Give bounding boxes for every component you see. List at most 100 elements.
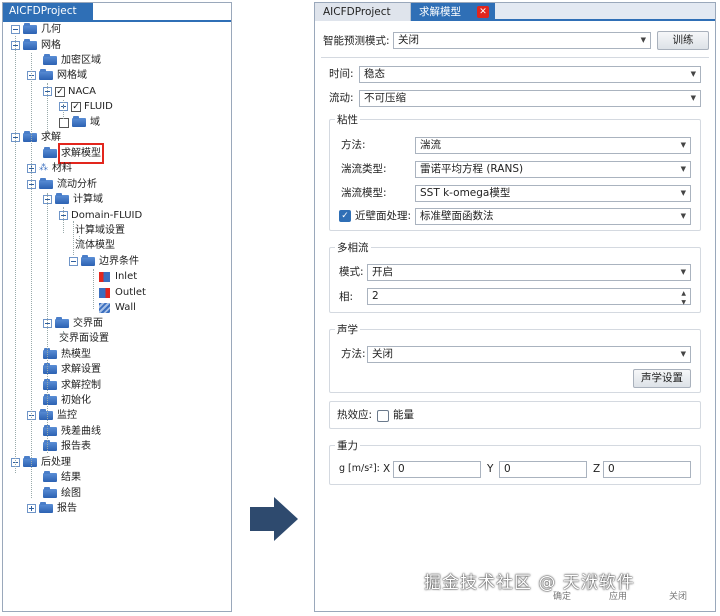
folder-icon [55, 193, 69, 204]
tree-node-label: FLUID [84, 101, 113, 112]
folder-icon [39, 178, 53, 189]
near-wall-value: 标准壁面函数法 [420, 210, 494, 222]
tree-node-material[interactable]: ⁂ 材料 [27, 161, 72, 176]
tree-node-outlet[interactable]: Outlet [99, 285, 146, 300]
tree-node-label: 报告 [57, 503, 77, 514]
tree-node-post-processing[interactable]: 后处理 [11, 455, 71, 470]
tree-node-label: 求解控制 [61, 380, 101, 391]
tree-panel-tab[interactable]: AICFDProject [3, 3, 93, 20]
train-button[interactable]: 训练 [657, 31, 709, 50]
flow-select[interactable]: 不可压缩 ▼ [359, 90, 701, 107]
tree-node-geometry[interactable]: 几何 [11, 22, 61, 37]
tree-node-interface-settings[interactable]: 交界面设置 [59, 331, 109, 346]
collapse-icon[interactable] [69, 257, 78, 266]
smart-mode-select[interactable]: 关闭 ▼ [393, 32, 651, 49]
tree-node-results[interactable]: 结果 [43, 470, 81, 485]
tree-node-label: 域 [90, 117, 100, 128]
tree-node-label: 初始化 [61, 395, 91, 406]
gravity-z-input[interactable]: 0 [603, 461, 691, 478]
folder-icon [55, 317, 69, 328]
tree-node-fluid[interactable]: ✓ FLUID [59, 99, 113, 114]
acoustics-settings-button[interactable]: 声学设置 [633, 369, 691, 388]
turbulence-type-select[interactable]: 雷诺平均方程 (RANS) ▼ [415, 161, 691, 178]
tree-node-mesh-domain[interactable]: 网格域 [27, 68, 87, 83]
tree-node-naca[interactable]: ✓ NACA [43, 84, 96, 99]
expand-icon[interactable] [27, 504, 36, 513]
folder-icon [43, 440, 57, 451]
tree-node-label: 求解 [41, 132, 61, 143]
tree-node-solve-control[interactable]: 求解控制 [43, 378, 101, 393]
folder-icon [43, 487, 57, 498]
tree-node-label: 热模型 [61, 349, 91, 360]
tree-node-domain-fluid[interactable]: Domain-FLUID [59, 208, 142, 223]
tree-node-thermal-model[interactable]: 热模型 [43, 347, 91, 362]
spin-down-icon[interactable]: ▼ [681, 295, 686, 310]
folder-icon [43, 348, 57, 359]
tree-node-solver-model[interactable]: 求解模型 [43, 143, 104, 164]
smart-mode-value: 关闭 [398, 34, 419, 46]
multiphase-mode-select[interactable]: 开启 ▼ [367, 264, 691, 281]
near-wall-select[interactable]: 标准壁面函数法 ▼ [415, 208, 691, 225]
folder-icon [39, 502, 53, 513]
tree-node-solve[interactable]: 求解 [11, 130, 61, 145]
tree-node-residual-curve[interactable]: 残差曲线 [43, 424, 101, 439]
tree-node-label: 结果 [61, 472, 81, 483]
tree-node-label: 流动分析 [57, 179, 97, 190]
tree-node-label: 交界面 [73, 318, 103, 329]
energy-label: 能量 [393, 409, 414, 421]
energy-checkbox[interactable] [377, 410, 389, 422]
tree-node-label: 求解设置 [61, 364, 101, 375]
folder-icon [43, 425, 57, 436]
turbulence-model-select[interactable]: SST k-omega模型 ▼ [415, 185, 691, 202]
gravity-x-input[interactable]: 0 [393, 461, 481, 478]
tree-node-domain-settings[interactable]: 计算域设置 [75, 223, 125, 238]
acoustics-method-label: 方法: [341, 348, 366, 360]
gravity-y-input[interactable]: 0 [499, 461, 587, 478]
tree-node-label: 加密区域 [61, 55, 101, 66]
checkbox-checked-icon[interactable]: ✓ [71, 101, 81, 112]
tree-node-fluid-model[interactable]: 流体模型 [75, 238, 115, 253]
tree-node-wall[interactable]: Wall [99, 300, 136, 315]
checkbox-checked-icon[interactable]: ✓ [55, 86, 65, 97]
collapse-icon[interactable] [11, 25, 20, 34]
near-wall-checkbox[interactable]: ✓ [339, 210, 351, 222]
close-icon[interactable]: ✕ [477, 6, 489, 18]
tree-guide-line [31, 53, 32, 498]
multiphase-mode-value: 开启 [372, 266, 393, 278]
time-select[interactable]: 稳态 ▼ [359, 66, 701, 83]
chevron-down-icon: ▼ [680, 141, 686, 149]
tree-node-initialization[interactable]: 初始化 [43, 393, 91, 408]
tree-node-report-table[interactable]: 报告表 [43, 439, 91, 454]
phase-value: 2 [372, 290, 379, 302]
tree-node-label: 求解模型 [58, 143, 104, 164]
tree-node-label: 流体模型 [75, 240, 115, 251]
tree-node-domain[interactable]: 域 [59, 115, 100, 130]
tree-node-report[interactable]: 报告 [27, 501, 77, 516]
tree-node-inlet[interactable]: Inlet [99, 269, 137, 284]
tree-node-plot[interactable]: 绘图 [43, 486, 81, 501]
tab-solver-model[interactable]: 求解模型 ✕ [411, 3, 495, 21]
tree-node-boundary-conditions[interactable]: 边界条件 [69, 254, 139, 269]
checkbox-empty-icon[interactable] [59, 117, 69, 128]
tree-node-compute-domain[interactable]: 计算域 [43, 192, 103, 207]
divider [321, 57, 709, 58]
tree-node-flow-analysis[interactable]: 流动分析 [27, 177, 97, 192]
phase-spinbox[interactable]: 2 ▲ ▼ [367, 288, 691, 306]
close-button[interactable]: 关闭 [669, 589, 687, 602]
tree-node-label: 残差曲线 [61, 426, 101, 437]
tree-guide-line [47, 83, 48, 133]
folder-icon [72, 116, 86, 127]
flow-value: 不可压缩 [364, 92, 406, 104]
tree-node-refine-region[interactable]: 加密区域 [43, 53, 101, 68]
editor-tab-bar: AICFDProject 求解模型 ✕ [315, 3, 715, 21]
tree-node-mesh[interactable]: 网格 [11, 38, 61, 53]
tab-aicfdproject[interactable]: AICFDProject [315, 3, 411, 21]
tree-node-monitor[interactable]: 监控 [27, 408, 77, 423]
tree-node-solve-settings[interactable]: 求解设置 [43, 362, 101, 377]
outlet-icon [99, 287, 110, 298]
viscosity-method-select[interactable]: 湍流 ▼ [415, 137, 691, 154]
turbulence-model-label: 湍流模型: [341, 187, 387, 199]
tree-node-interface[interactable]: 交界面 [43, 316, 103, 331]
chevron-down-icon: ▼ [640, 36, 646, 44]
acoustics-method-select[interactable]: 关闭 ▼ [367, 346, 691, 363]
